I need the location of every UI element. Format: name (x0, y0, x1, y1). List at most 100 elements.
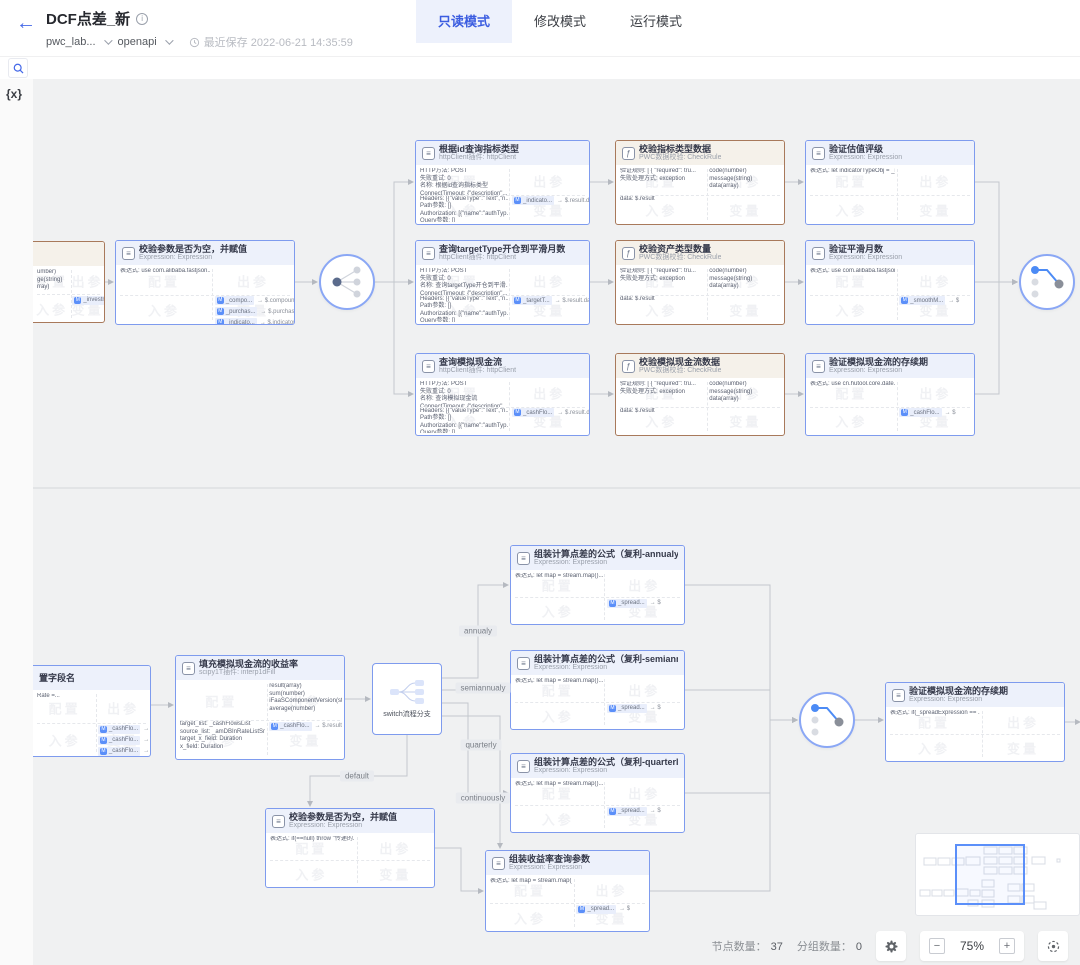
config-line: target_x_field: Duration (180, 736, 265, 744)
node-header: ≡查询targetType开仓到平滑月数httpClient插件: httpCl… (416, 241, 589, 265)
node-output-tags: M_indicato...→ $.result.data (512, 196, 587, 205)
config-line: code(number) (709, 268, 782, 276)
flow-node-verify-smooth-months[interactable]: ≡验证平滑月数Expression: Expression配置出参入参变量表达式… (805, 240, 975, 325)
node-title: 组装计算点差的公式（复利-annualy） (534, 549, 678, 559)
flow-node-verify-cashflow-duration-top[interactable]: ≡验证模拟现金流的存续期Expression: Expression配置出参入参… (805, 353, 975, 436)
zoom-control: − 75% + (920, 931, 1024, 961)
config-line: 失败重试: 0 (420, 176, 508, 184)
minimap-content (916, 834, 1079, 915)
config-line: 表达式: let map = stream.map()... (490, 878, 572, 886)
search-button[interactable] (8, 58, 28, 78)
watermark-out: 出参 (533, 271, 565, 290)
status-bar: 节点数量：37 分组数量：0 − 75% + (712, 931, 1068, 961)
config-line: 失败处理方式: exception (620, 276, 705, 284)
node-q-tl: HTTP方法: POST失败重试: 0名称: 查询模拟现金流ConnectTim… (420, 381, 508, 407)
flow-node-switch-branch[interactable]: switch流程分支 (372, 663, 442, 735)
node-q-tl: 表达式: use com.alibaba.fastjson... (120, 268, 210, 295)
variable-icon: M (74, 297, 81, 304)
zoom-in-button[interactable]: + (999, 938, 1015, 954)
merge-gateway[interactable] (799, 692, 855, 748)
flow-node-assemble-spread-formula-annualy[interactable]: ≡组装计算点差的公式（复利-annualy）Expression: Expres… (510, 545, 685, 625)
flow-canvas[interactable]: {x} 节点数量：37 分组数量： (0, 79, 1080, 965)
fanout-gateway[interactable] (319, 254, 375, 310)
search-icon (12, 62, 25, 75)
settings-button[interactable] (876, 931, 906, 961)
node-type-icon: ≡ (182, 662, 195, 675)
config-line: 验证规则: [ { "required": tru... (620, 168, 705, 176)
flow-node-http-query-simulated-cashflow[interactable]: ≡查询模拟现金流httpClient插件: httpClient配置出参入参变量… (415, 353, 590, 436)
flow-node-cut-set-field-names[interactable]: 置字段名配置出参入参变量Rate =...M_cashFlo...→ Inter… (33, 665, 151, 757)
node-count: 节点数量：37 (712, 938, 783, 954)
node-subtitle: Expression: Expression (139, 254, 247, 262)
chevron-down-icon[interactable] (165, 36, 173, 44)
tab-run-mode[interactable]: 运行模式 (608, 0, 704, 43)
flow-node-check-indicator-type-data[interactable]: ƒ校验指标类型数据PWC数据校验: CheckRule配置出参入参变量验证规则:… (615, 140, 785, 225)
config-line: 名称: 查询targetType开仓到平滑... (420, 283, 508, 291)
node-header: ≡填充模拟现金流的收益率scipy1T插件: interp1dFill (176, 656, 344, 680)
node-header: ≡根据id查询指标类型httpClient插件: httpClient (416, 141, 589, 165)
output-tag: M_smoothM...→ $ (899, 296, 972, 305)
tag-value: → $ (650, 808, 661, 814)
tag-name-text: _purchas... (226, 309, 256, 315)
back-button[interactable]: ← (16, 12, 36, 35)
node-q-tl: 表达式: let map = stream.map()... (490, 878, 572, 904)
flow-node-check-simulated-cashflow-data[interactable]: ƒ校验模拟现金流数据PWC数据校验: CheckRule配置出参入参变量验证规则… (615, 353, 785, 436)
node-type-icon: ≡ (812, 360, 825, 373)
flow-node-check-params-assign-lower[interactable]: ≡校验参数是否为空，并赋值Expression: Expression配置出参入… (265, 808, 435, 888)
node-title: 验证模拟现金流的存续期 (909, 686, 1008, 696)
flow-node-assemble-spread-formula-semiannualy[interactable]: ≡组装计算点差的公式（复利-semiannualy）Expression: Ex… (510, 650, 685, 730)
node-q-tl: 表达式: let map = stream.map()... (515, 678, 603, 703)
output-tag: M_cashFlo...→ InterestRate (98, 725, 148, 734)
zoom-out-button[interactable]: − (929, 938, 945, 954)
flow-node-verify-cashflow-duration-bottom[interactable]: ≡验证模拟现金流的存续期Expression: Expression配置出参入参… (885, 682, 1065, 762)
flow-node-cut-check-left[interactable]: 配置出参入参变量umber)ge(string)rray)M_investm..… (33, 241, 105, 323)
output-tag: M_investm...→ $.investme... (72, 296, 102, 305)
node-subtitle: Expression: Expression (534, 559, 678, 567)
tag-value: → $.result.data (557, 198, 590, 204)
node-q-tl: Rate =... (37, 693, 95, 723)
flow-node-http-query-indicator-type[interactable]: ≡根据id查询指标类型httpClient插件: httpClient配置出参入… (415, 140, 590, 225)
fit-view-button[interactable] (1038, 931, 1068, 961)
config-line: message(string) (709, 276, 782, 284)
node-header: ≡组装计算点差的公式（复利-quarterly）Expression: Expr… (511, 754, 684, 778)
minimap-viewport[interactable] (956, 845, 1024, 904)
config-line: data(array) (709, 283, 782, 291)
edge (975, 282, 1017, 394)
watermark-vars: 变量 (289, 731, 321, 750)
flow-node-check-params-assign[interactable]: ≡校验参数是否为空，并赋值Expression: Expression配置出参入… (115, 240, 295, 325)
node-q-tl: HTTP方法: POST失败重试: 0名称: 查询targetType开仓到平滑… (420, 268, 508, 295)
tab-readonly-mode[interactable]: 只读模式 (416, 0, 512, 43)
output-tag: M_purchas...→ $.purchase... (215, 307, 292, 316)
node-output-tags: M_spread...→ $ (607, 807, 682, 816)
chevron-down-icon[interactable] (104, 36, 112, 44)
node-header: ≡验证平滑月数Expression: Expression (806, 241, 974, 265)
node-subtitle: Expression: Expression (289, 822, 397, 830)
node-type-icon: ≡ (492, 857, 505, 870)
config-line: 验证规则: [ { "required": tru... (620, 381, 705, 389)
flow-node-fill-cashflow-yield[interactable]: ≡填充模拟现金流的收益率scipy1T插件: interp1dFill配置出参入… (175, 655, 345, 760)
variable-icon: M (514, 409, 521, 416)
watermark-out: 出参 (919, 384, 951, 403)
minimap[interactable] (915, 833, 1080, 916)
config-line: code(number) (709, 381, 782, 389)
flow-node-assemble-spread-formula-quarterly[interactable]: ≡组装计算点差的公式（复利-quarterly）Expression: Expr… (510, 753, 685, 833)
config-line: data: $.result (620, 196, 705, 204)
tab-edit-mode[interactable]: 修改模式 (512, 0, 608, 43)
watermark-out: 出参 (595, 881, 627, 900)
edge (685, 690, 797, 720)
tag-value: → InterestRate (143, 726, 151, 732)
node-subtitle: Expression: Expression (829, 254, 902, 262)
node-q-tl: HTTP方法: POST失败重试: 0名称: 根据id查询指标类型Connect… (420, 168, 508, 195)
flow-node-verify-valuation-rating[interactable]: ≡验证估值评级Expression: Expression配置出参入参变量表达式… (805, 140, 975, 225)
flow-node-http-query-targettype-smooth-months[interactable]: ≡查询targetType开仓到平滑月数httpClient插件: httpCl… (415, 240, 590, 325)
config-line: 失败处理方式: exception (620, 176, 705, 184)
config-line: 表达式: let map = stream.map()... (515, 678, 603, 686)
flow-node-check-asset-type-data[interactable]: ƒ校验资产类型数量PWC数据校验: CheckRule配置出参入参变量验证规则:… (615, 240, 785, 325)
node-title: 查询targetType开仓到平滑月数 (439, 244, 565, 254)
merge-gateway[interactable] (1019, 254, 1075, 310)
workspace-dropdown[interactable]: pwc_lab... (46, 36, 96, 48)
edge (975, 182, 1017, 282)
variable-icon: M (609, 705, 616, 712)
flow-node-assemble-yield-query-params[interactable]: ≡组装收益率查询参数Expression: Expression配置出参入参变量… (485, 850, 650, 932)
env-dropdown[interactable]: openapi (118, 36, 157, 48)
